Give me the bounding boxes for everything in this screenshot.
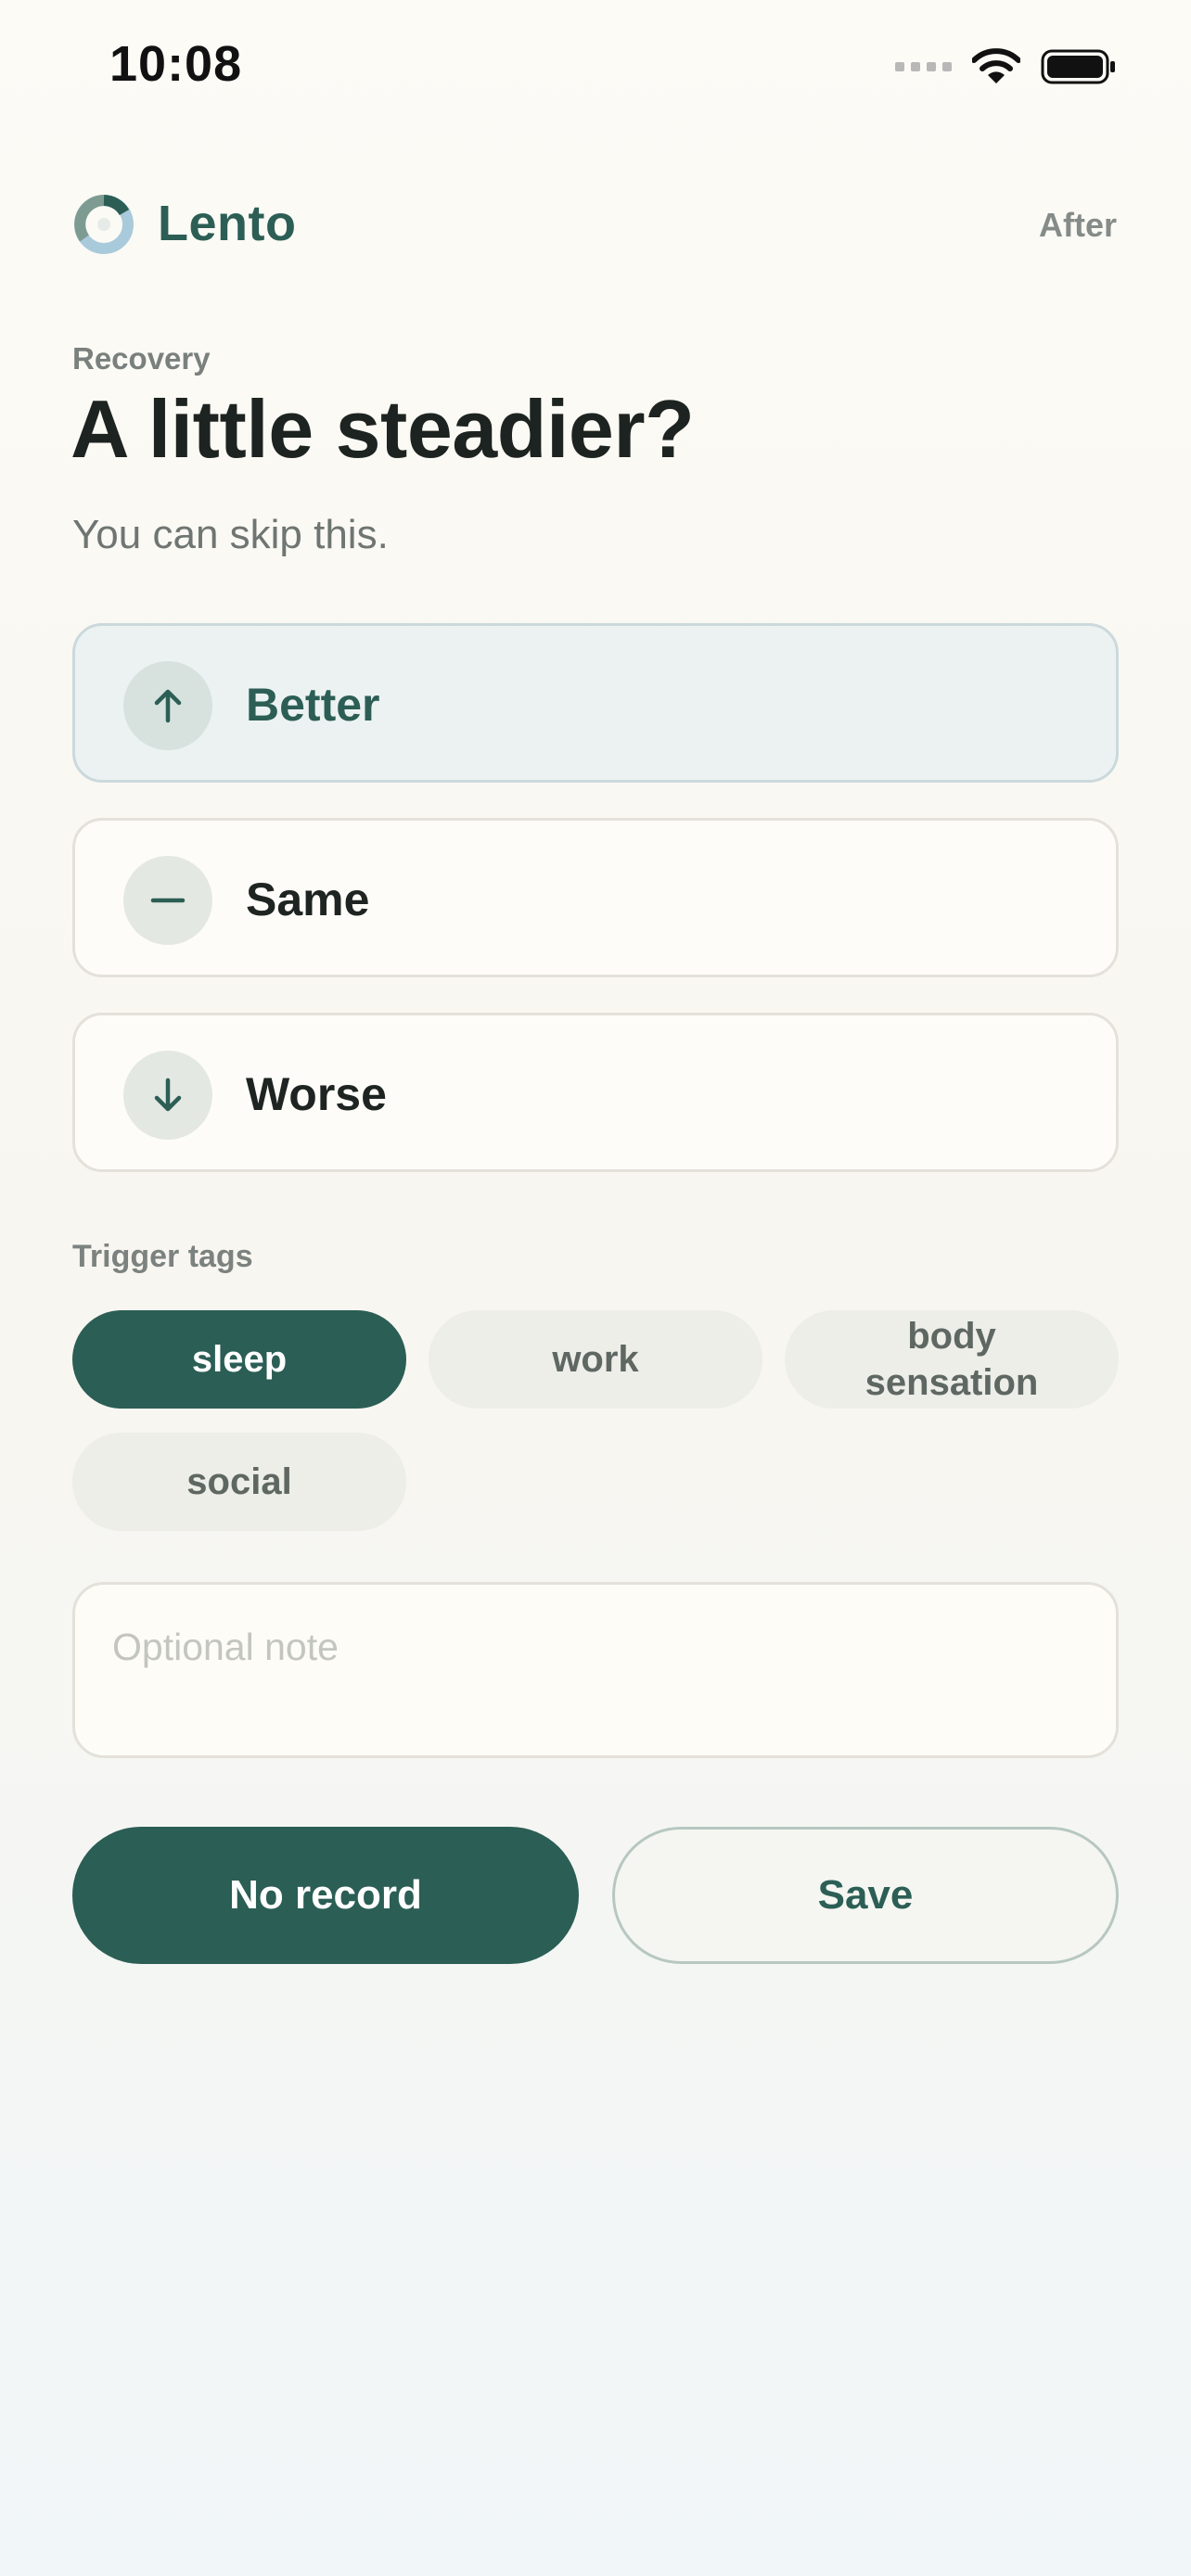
page-title: A little steadier? <box>70 383 695 475</box>
wifi-icon <box>972 48 1020 83</box>
section-eyebrow: Recovery <box>72 341 211 376</box>
battery-icon <box>1041 49 1115 84</box>
option-worse[interactable]: Worse <box>72 1013 1119 1172</box>
status-icons <box>895 45 1117 89</box>
tag-work[interactable]: work <box>429 1310 762 1409</box>
arrow-down-icon <box>123 1051 212 1140</box>
option-same[interactable]: Same <box>72 818 1119 977</box>
option-label: Better <box>246 679 380 731</box>
page-subtitle: You can skip this. <box>72 512 389 557</box>
cellular-signal-icon <box>895 62 952 71</box>
app-header: Lento After <box>72 190 1119 259</box>
status-bar: 10:08 <box>0 0 1191 139</box>
app-name: Lento <box>158 196 297 251</box>
tag-social[interactable]: social <box>72 1433 406 1531</box>
minus-icon <box>123 856 212 945</box>
no-record-button[interactable]: No record <box>72 1827 579 1964</box>
arrow-up-icon <box>123 661 212 750</box>
trigger-tags-label: Trigger tags <box>72 1239 253 1274</box>
option-better[interactable]: Better <box>72 623 1119 783</box>
tag-body-sensation[interactable]: body sensation <box>785 1310 1119 1409</box>
option-label: Same <box>246 874 370 925</box>
optional-note-field[interactable] <box>72 1582 1119 1758</box>
after-link[interactable]: After <box>1039 206 1117 245</box>
tag-sleep[interactable]: sleep <box>72 1310 406 1409</box>
lento-ring-logo-icon <box>74 195 134 254</box>
status-time: 10:08 <box>109 36 243 92</box>
save-button[interactable]: Save <box>612 1827 1119 1964</box>
option-label: Worse <box>246 1068 387 1120</box>
